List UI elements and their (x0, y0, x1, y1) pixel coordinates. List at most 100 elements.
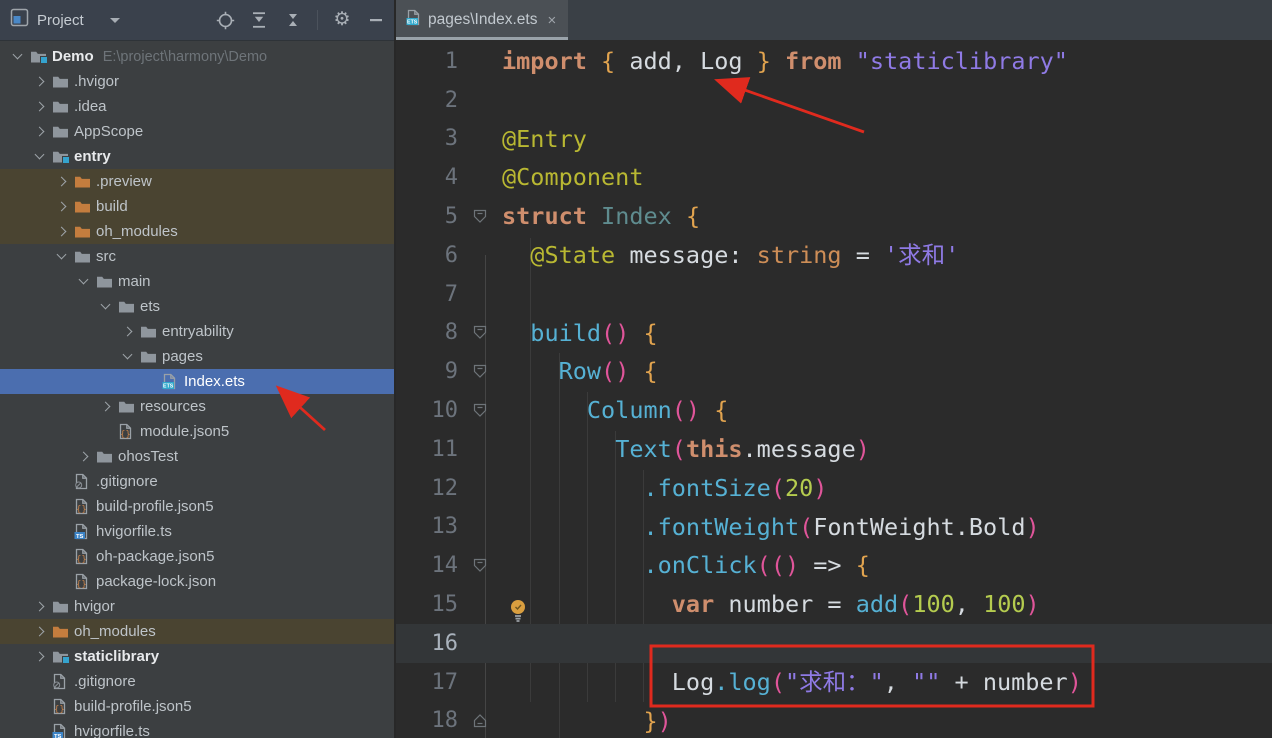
svg-text:{}: {} (76, 555, 87, 565)
tab-index-ets[interactable]: ETS pages\Index.ets × (396, 0, 568, 40)
tree-item-label: Index.ets (184, 373, 245, 390)
code-editor[interactable]: 1 import { add, Log } from "staticlibrary… (396, 40, 1272, 738)
chevron-right-icon[interactable] (74, 444, 96, 469)
tree-item-pages[interactable]: pages (0, 344, 394, 369)
tree-item-resources[interactable]: resources (0, 394, 394, 419)
tree-item-.idea[interactable]: .idea (0, 94, 394, 119)
svg-text:TS: TS (54, 734, 62, 738)
tree-item-build-profile.json5[interactable]: {} build-profile.json5 (0, 494, 394, 519)
code-text: .onClick(() => { (643, 551, 870, 580)
tree-item-package-lock.json[interactable]: {} package-lock.json (0, 569, 394, 594)
chevron-right-icon[interactable] (52, 219, 74, 244)
tree-item-.preview[interactable]: .preview (0, 169, 394, 194)
code-line-18[interactable]: 18 }) (396, 702, 1272, 738)
code-line-11[interactable]: 11 Text(this.message) (396, 430, 1272, 469)
chevron-right-icon[interactable] (30, 619, 52, 644)
tree-item-entry[interactable]: entry (0, 144, 394, 169)
tree-item-hvigorfile.ts[interactable]: TS hvigorfile.ts (0, 719, 394, 738)
code-text: @Entry (502, 124, 587, 153)
tree-item-label: entryability (162, 323, 234, 340)
tree-item-label: oh-package.json5 (96, 548, 215, 565)
code-line-5[interactable]: 5 struct Index { (396, 197, 1272, 236)
tree-item-.hvigor[interactable]: .hvigor (0, 69, 394, 94)
tree-item-label: hvigor (74, 598, 115, 615)
code-line-7[interactable]: 7 (396, 275, 1272, 314)
expand-all-icon[interactable] (249, 10, 269, 30)
tree-item-oh-package.json5[interactable]: {} oh-package.json5 (0, 544, 394, 569)
tree-item-index.ets[interactable]: ETS Index.ets (0, 369, 394, 394)
tree-item-.gitignore[interactable]: .gitignore (0, 469, 394, 494)
tree-item-main[interactable]: main (0, 269, 394, 294)
code-line-3[interactable]: 3 @Entry (396, 120, 1272, 159)
chevron-right-icon[interactable] (118, 319, 140, 344)
locate-file-icon[interactable] (215, 10, 235, 30)
tree-item-demo[interactable]: Demo E:\project\harmony\Demo (0, 44, 394, 69)
chevron-down-icon[interactable] (96, 294, 118, 319)
tree-item-.gitignore[interactable]: .gitignore (0, 669, 394, 694)
code-line-2[interactable]: 2 (396, 81, 1272, 120)
module-folder-icon (52, 649, 74, 664)
tree-item-ets[interactable]: ets (0, 294, 394, 319)
tree-item-module.json5[interactable]: {} module.json5 (0, 419, 394, 444)
fold-marker-icon[interactable] (458, 557, 502, 574)
chevron-right-icon[interactable] (30, 94, 52, 119)
hide-panel-icon[interactable] (366, 10, 386, 30)
code-line-17[interactable]: 17 Log.log("求和：", "" + number) (396, 663, 1272, 702)
tree-item-hvigorfile.ts[interactable]: TS hvigorfile.ts (0, 519, 394, 544)
toolbar-separator (317, 10, 318, 30)
line-number: 8 (444, 320, 458, 346)
code-line-6[interactable]: 6 @State message: string = '求和' (396, 236, 1272, 275)
tree-item-src[interactable]: src (0, 244, 394, 269)
fold-marker-icon[interactable] (458, 402, 502, 419)
code-line-16[interactable]: 16 (396, 623, 1272, 663)
chevron-down-icon[interactable] (74, 269, 96, 294)
code-line-13[interactable]: 13 .fontWeight(FontWeight.Bold) (396, 508, 1272, 547)
chevron-right-icon[interactable] (30, 119, 52, 144)
tree-item-oh_modules[interactable]: oh_modules (0, 219, 394, 244)
chevron-right-icon[interactable] (96, 394, 118, 419)
settings-gear-icon[interactable]: ⚙ (332, 10, 352, 30)
chevron-right-icon[interactable] (30, 594, 52, 619)
folder-icon (52, 100, 74, 114)
code-text: build() { (530, 318, 658, 347)
chevron-down-icon[interactable] (8, 44, 30, 69)
code-line-14[interactable]: 14 .onClick(() => { (396, 546, 1272, 585)
tree-item-label: oh_modules (96, 223, 178, 240)
project-view-selector[interactable]: Project (0, 8, 120, 32)
code-line-4[interactable]: 4 @Component (396, 158, 1272, 197)
fold-marker-icon[interactable] (458, 363, 502, 380)
chevron-right-icon[interactable] (52, 194, 74, 219)
chevron-right-icon[interactable] (52, 169, 74, 194)
fold-marker-icon[interactable] (458, 712, 502, 729)
chevron-right-icon[interactable] (30, 644, 52, 669)
code-line-9[interactable]: 9 Row() { (396, 352, 1272, 391)
chevron-right-icon[interactable] (30, 69, 52, 94)
tree-item-staticlibrary[interactable]: staticlibrary (0, 644, 394, 669)
code-text: .fontWeight(FontWeight.Bold) (643, 512, 1040, 541)
tree-item-entryability[interactable]: entryability (0, 319, 394, 344)
collapse-all-icon[interactable] (283, 10, 303, 30)
chevron-down-icon[interactable] (30, 144, 52, 169)
tree-item-build-profile.json5[interactable]: {} build-profile.json5 (0, 694, 394, 719)
code-line-8[interactable]: 8 build() { (396, 314, 1272, 353)
tree-item-label: hvigorfile.ts (74, 723, 150, 738)
fold-marker-icon[interactable] (458, 208, 502, 225)
code-line-12[interactable]: 12 .fontSize(20) (396, 469, 1272, 508)
tree-item-ohostest[interactable]: ohosTest (0, 444, 394, 469)
chevron-down-icon[interactable] (52, 244, 74, 269)
tree-item-build[interactable]: build (0, 194, 394, 219)
close-tab-icon[interactable]: × (547, 12, 556, 29)
code-line-1[interactable]: 1 import { add, Log } from "staticlibrary… (396, 42, 1272, 81)
fold-marker-icon[interactable] (458, 324, 502, 341)
tree-item-hvigor[interactable]: hvigor (0, 594, 394, 619)
svg-text:{}: {} (76, 505, 87, 515)
folder-icon (140, 350, 162, 364)
chevron-down-icon[interactable] (118, 344, 140, 369)
code-line-10[interactable]: 10 Column() { (396, 391, 1272, 430)
intention-bulb-icon[interactable] (508, 598, 528, 629)
tree-item-oh_modules[interactable]: oh_modules (0, 619, 394, 644)
tree-item-appscope[interactable]: AppScope (0, 119, 394, 144)
